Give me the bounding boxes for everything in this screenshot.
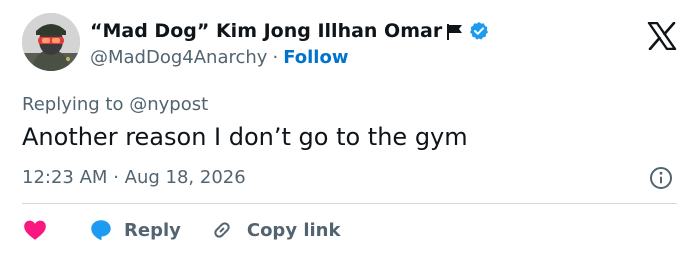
like-button[interactable] bbox=[22, 217, 48, 243]
info-icon[interactable] bbox=[649, 166, 673, 190]
author-name-row[interactable]: “Mad Dog” Kim Jong Illhan Omar bbox=[90, 20, 489, 42]
link-icon[interactable] bbox=[211, 219, 233, 241]
timestamp-separator: · bbox=[113, 167, 119, 188]
verified-badge-icon bbox=[469, 21, 489, 41]
reply-bubble-icon[interactable] bbox=[88, 217, 114, 243]
follow-button[interactable]: Follow bbox=[283, 47, 348, 68]
tweet-time[interactable]: 12:23 AM bbox=[22, 167, 107, 188]
reply-mention-link[interactable]: @nypost bbox=[129, 94, 208, 115]
reply-label[interactable]: Reply bbox=[124, 220, 181, 241]
tweet-actions: Reply Copy link bbox=[22, 215, 340, 245]
x-logo-icon[interactable] bbox=[647, 21, 677, 51]
reply-context: Replying to @nypost bbox=[22, 94, 208, 115]
author-display-name[interactable]: “Mad Dog” Kim Jong Illhan Omar bbox=[90, 20, 442, 42]
tweet-date[interactable]: Aug 18, 2026 bbox=[125, 167, 246, 188]
reply-context-prefix: Replying to bbox=[22, 94, 124, 115]
tweet-text: Another reason I don’t go to the gym bbox=[22, 123, 468, 151]
divider bbox=[22, 203, 677, 204]
reply-button[interactable]: Reply bbox=[48, 217, 181, 243]
flag-icon bbox=[445, 22, 464, 41]
author-handle-row: @MadDog4Anarchy · Follow bbox=[90, 47, 348, 68]
copy-link-label[interactable]: Copy link bbox=[247, 220, 341, 241]
handle-separator: · bbox=[272, 47, 279, 68]
heart-icon[interactable] bbox=[22, 217, 48, 243]
tweet-timestamp[interactable]: 12:23 AM · Aug 18, 2026 bbox=[22, 167, 246, 188]
avatar[interactable] bbox=[22, 13, 80, 71]
author-handle[interactable]: @MadDog4Anarchy bbox=[90, 47, 267, 68]
copy-link-button[interactable]: Copy link bbox=[181, 219, 341, 241]
